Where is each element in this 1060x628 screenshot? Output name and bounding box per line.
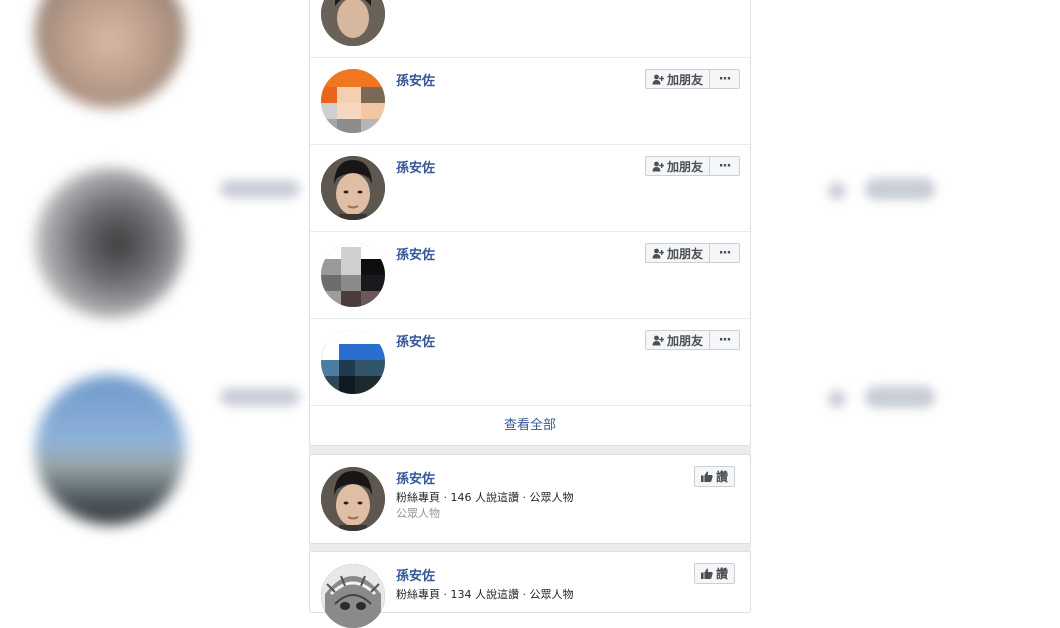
add-friend-label: 加朋友 <box>666 159 703 174</box>
add-friend-label: 加朋友 <box>666 246 703 261</box>
blurred-button <box>865 178 935 200</box>
blurred-avatar <box>35 168 185 318</box>
person-name[interactable]: 孫安佐 <box>396 244 435 263</box>
like-button[interactable]: 讚 <box>693 466 735 487</box>
page-result-card: 孫安佐 粉絲專頁 · 134 人說這讚 · 公眾人物 讚 <box>309 551 751 628</box>
more-options-button[interactable]: ··· <box>710 156 740 176</box>
person-name[interactable]: 孫安佐 <box>396 331 435 350</box>
add-friend-icon <box>652 335 664 345</box>
page-name[interactable]: 孫安佐 <box>396 565 435 584</box>
friend-actions: 加朋友 ··· <box>644 69 740 89</box>
people-results-card: 孫安佐 加朋友 ··· 孫安佐 加朋友 ··· 孫安佐 加朋友 ··· 孫安佐 … <box>309 0 751 446</box>
more-options-button[interactable]: ··· <box>710 330 740 350</box>
like-label: 讚 <box>715 470 728 484</box>
blurred-avatar <box>35 0 185 108</box>
friend-actions: 加朋友 ··· <box>644 243 740 263</box>
friend-actions: 加朋友 ··· <box>644 330 740 350</box>
page-category: 公眾人物 <box>396 507 440 520</box>
add-friend-icon <box>652 161 664 171</box>
person-row: 孫安佐 加朋友 ··· <box>310 318 750 406</box>
add-friend-button[interactable]: 加朋友 <box>644 156 710 176</box>
add-friend-icon <box>652 74 664 84</box>
page-result-card: 孫安佐 粉絲專頁 · 146 人說這讚 · 公眾人物 公眾人物 讚 <box>309 454 751 544</box>
page-avatar[interactable] <box>321 467 385 531</box>
friend-actions: 加朋友 ··· <box>644 156 740 176</box>
page-avatar[interactable] <box>321 564 385 628</box>
search-results-column: 孫安佐 加朋友 ··· 孫安佐 加朋友 ··· 孫安佐 加朋友 ··· 孫安佐 … <box>309 0 751 628</box>
more-options-icon: ··· <box>718 245 732 261</box>
blurred-text <box>220 180 300 198</box>
person-row <box>310 0 750 58</box>
add-friend-icon <box>652 248 664 258</box>
person-row: 孫安佐 加朋友 ··· <box>310 57 750 145</box>
avatar[interactable] <box>321 243 385 307</box>
more-options-icon: ··· <box>718 332 732 348</box>
more-options-icon: ··· <box>718 71 732 87</box>
person-name[interactable]: 孫安佐 <box>396 157 435 176</box>
like-label: 讚 <box>715 567 728 581</box>
see-all-link[interactable]: 查看全部 <box>310 407 750 445</box>
like-button[interactable]: 讚 <box>693 563 735 584</box>
blurred-text <box>220 388 300 406</box>
avatar[interactable] <box>321 0 385 46</box>
more-options-button[interactable]: ··· <box>710 69 740 89</box>
avatar[interactable] <box>321 156 385 220</box>
page-meta: 粉絲專頁 · 134 人說這讚 · 公眾人物 <box>396 588 574 601</box>
avatar[interactable] <box>321 69 385 133</box>
person-row: 孫安佐 加朋友 ··· <box>310 231 750 319</box>
blurred-button <box>865 386 935 408</box>
add-friend-button[interactable]: 加朋友 <box>644 330 710 350</box>
thumbs-up-icon <box>700 471 713 482</box>
thumbs-up-icon <box>700 568 713 579</box>
blurred-icon <box>828 182 846 200</box>
person-row: 孫安佐 加朋友 ··· <box>310 144 750 232</box>
blurred-avatar <box>35 375 185 525</box>
add-friend-button[interactable]: 加朋友 <box>644 243 710 263</box>
person-name[interactable]: 孫安佐 <box>396 70 435 89</box>
page-name[interactable]: 孫安佐 <box>396 468 435 487</box>
blurred-icon <box>828 390 846 408</box>
avatar[interactable] <box>321 330 385 394</box>
add-friend-label: 加朋友 <box>666 72 703 87</box>
add-friend-button[interactable]: 加朋友 <box>644 69 710 89</box>
add-friend-label: 加朋友 <box>666 333 703 348</box>
page-meta: 粉絲專頁 · 146 人說這讚 · 公眾人物 <box>396 491 574 504</box>
more-options-button[interactable]: ··· <box>710 243 740 263</box>
more-options-icon: ··· <box>718 158 732 174</box>
